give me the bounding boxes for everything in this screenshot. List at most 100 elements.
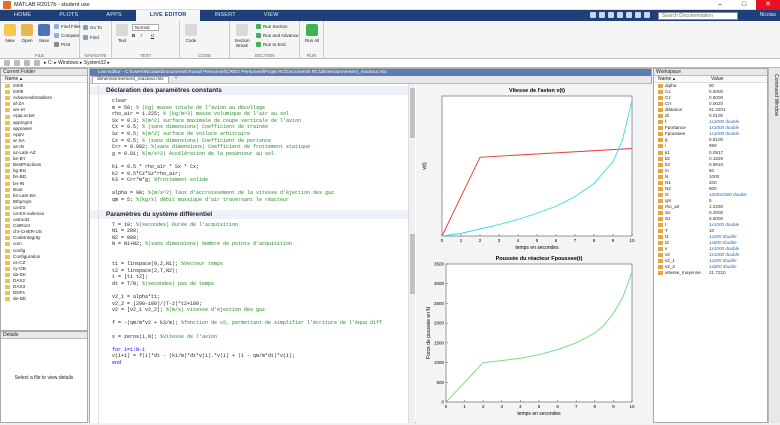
code-text: qm = 5;: [112, 196, 137, 203]
code-line[interactable]: v = zeros(1,N); %Vitesse de l'avion: [90, 334, 408, 341]
forward-arrow-icon[interactable]: [14, 60, 20, 66]
print-button[interactable]: Print: [54, 42, 70, 47]
code-button[interactable]: Code: [183, 24, 199, 43]
x-tick-label: 1: [463, 404, 466, 409]
tab-view[interactable]: VIEW: [250, 10, 293, 21]
code-line[interactable]: qm = 5; %(kg/s) débit massique d'air tra…: [90, 197, 408, 204]
tab-insert[interactable]: INSERT: [200, 10, 249, 21]
code-line[interactable]: g = 9.81; %(m/s^2) Accélération de la pe…: [90, 151, 408, 158]
code-line[interactable]: t1 = linspace(0,2,N1); %Vecteur temps: [90, 261, 408, 268]
code-scrollbar-thumb-1[interactable]: [410, 88, 415, 138]
bold-button[interactable]: B I U: [132, 33, 154, 38]
workspace-name-column[interactable]: Name ▴: [658, 76, 711, 82]
run-and-advance-button[interactable]: Run and Advance: [256, 33, 299, 38]
back-arrow-icon[interactable]: [4, 60, 10, 66]
code-area[interactable]: Déclaration des paramètres constants cle…: [90, 84, 408, 423]
maximize-button[interactable]: □: [732, 0, 756, 10]
code-line[interactable]: Cx = 0.5; % (sans dimensions) Coefficien…: [90, 124, 408, 131]
user-name[interactable]: Nicolas: [760, 12, 776, 18]
code-line[interactable]: k1 = 0.5 * rho_air * Sx * Cx;: [90, 164, 408, 171]
code-line[interactable]: v(i+1) = f(i)*dt - (k1/m)*dt*v(i).*v(i) …: [90, 353, 408, 360]
code-line[interactable]: T = 10; %(secondes) Durée de l'acquisiti…: [90, 222, 408, 229]
style-dropdown[interactable]: Normal: [132, 24, 159, 31]
code-line[interactable]: dt = T/N; %(secondes) pas de temps: [90, 281, 408, 288]
browse-folder-icon[interactable]: [34, 60, 40, 66]
close-button[interactable]: ✕: [756, 0, 780, 10]
undo-icon[interactable]: [626, 12, 632, 18]
code-line[interactable]: v2_2 = (200-180)/(T-2)*t2+180;: [90, 301, 408, 308]
tab-apps[interactable]: APPS: [92, 10, 135, 21]
current-path[interactable]: ▸ C: ▸ Windows ▸ System32 ▸: [44, 60, 110, 66]
code-line[interactable]: k3 = Crr*m*g; %frottement solide: [90, 177, 408, 184]
text-button[interactable]: Text: [114, 24, 130, 43]
code-line[interactable]: rho_air = 1.225; % (kg/m^3) masse volumi…: [90, 111, 408, 118]
folder-item[interactable]: de-DE: [1, 296, 87, 302]
code-line[interactable]: alpha = 90; %(m/s^2) Taux d'accroissemen…: [90, 190, 408, 197]
code-line[interactable]: m = 50; % (kg) masse totale de l'avion a…: [90, 105, 408, 112]
code-line[interactable]: [90, 327, 408, 334]
run-section-button[interactable]: Run Section: [256, 24, 288, 29]
code-line[interactable]: t = [t1 t2];: [90, 274, 408, 281]
search-documentation-input[interactable]: [658, 12, 738, 20]
code-line[interactable]: N = N1+N2; %(sans dimensions) Nombre de …: [90, 241, 408, 248]
code-line[interactable]: Crr = 0.002; %(sans dimensions) Coeffici…: [90, 144, 408, 151]
code-line[interactable]: v2_1 = alpha*t1;: [90, 294, 408, 301]
code-line[interactable]: [90, 184, 408, 191]
code-gutter: [98, 84, 99, 423]
code-line[interactable]: k2 = 0.5*Cz*Sz*rho_air;: [90, 171, 408, 178]
section-break-button[interactable]: Section Break: [232, 24, 252, 48]
up-folder-icon[interactable]: [24, 60, 30, 66]
current-folder-name-column[interactable]: Name ▴: [1, 76, 87, 83]
code-line[interactable]: [90, 287, 408, 294]
code-block-differential[interactable]: T = 10; %(secondes) Durée de l'acquisiti…: [90, 222, 408, 367]
variable-icon: [658, 180, 663, 185]
code-line[interactable]: for i=1:N-1: [90, 347, 408, 354]
compare-button[interactable]: Compare: [54, 33, 80, 38]
command-window-side-tab[interactable]: Command Window: [768, 68, 780, 423]
workspace-value-column[interactable]: Value: [711, 76, 723, 82]
paste-icon[interactable]: [617, 12, 623, 18]
code-line[interactable]: clear: [90, 98, 408, 105]
workspace-variable-row[interactable]: vitesse_moyenne 21.7210: [654, 270, 767, 276]
folder-icon: [5, 279, 10, 284]
code-line[interactable]: v2 = [v2_1 v2_2]; %(m/s) vitesse d'éject…: [90, 307, 408, 314]
code-line[interactable]: [90, 254, 408, 261]
code-line[interactable]: N1 = 200;: [90, 228, 408, 235]
open-button[interactable]: Open: [19, 24, 35, 43]
tab-home[interactable]: HOME: [0, 10, 45, 21]
x-tick-label: 7: [575, 404, 578, 409]
minimize-button[interactable]: –: [708, 0, 732, 10]
code-scrollbar-thumb-2[interactable]: [410, 234, 415, 294]
code-line[interactable]: [90, 248, 408, 255]
code-line[interactable]: Sx = 0.3; %(m^2) surface maximale de cou…: [90, 118, 408, 125]
find-files-button[interactable]: Find Files: [54, 24, 81, 29]
code-line[interactable]: N2 = 800;: [90, 235, 408, 242]
copy-icon[interactable]: [608, 12, 614, 18]
go-to-button[interactable]: Go To: [83, 25, 102, 30]
save-button[interactable]: Save: [36, 24, 52, 43]
x-tick-label: 7: [574, 238, 577, 243]
add-tab-button[interactable]: +: [170, 76, 182, 83]
code-line[interactable]: end: [90, 360, 408, 367]
cut-icon[interactable]: [599, 12, 605, 18]
tab-live-editor[interactable]: LIVE EDITOR: [135, 10, 201, 21]
code-line[interactable]: f = -(qm/m*v2 + k3/m); %fonction de v2, …: [90, 320, 408, 327]
tab-plots[interactable]: PLOTS: [45, 10, 92, 21]
code-line[interactable]: [90, 314, 408, 321]
editor-file-tab[interactable]: dimensionnement_reacteur.mlx: [92, 76, 169, 83]
redo-icon[interactable]: [635, 12, 641, 18]
find-button[interactable]: Find: [83, 35, 99, 40]
run-all-button[interactable]: Run All: [304, 24, 320, 43]
help-icon[interactable]: [644, 12, 650, 18]
save-icon[interactable]: [590, 12, 596, 18]
code-line[interactable]: Sz = 0.5; %(m^2) surface de voilure arbi…: [90, 131, 408, 138]
code-line[interactable]: [90, 340, 408, 347]
run-to-end-button[interactable]: Run to End: [256, 42, 286, 47]
code-line[interactable]: [90, 157, 408, 164]
code-scrollbar[interactable]: [408, 84, 415, 423]
folder-icon: [5, 132, 10, 137]
code-line[interactable]: Cz = 0.5; % (sans dimensions) Coefficien…: [90, 138, 408, 145]
new-button[interactable]: New: [2, 24, 18, 43]
code-block-constants[interactable]: clear m = 50; % (kg) masse totale de l'av…: [90, 98, 408, 204]
code-line[interactable]: t2 = linspace(2,T,N2);: [90, 268, 408, 275]
